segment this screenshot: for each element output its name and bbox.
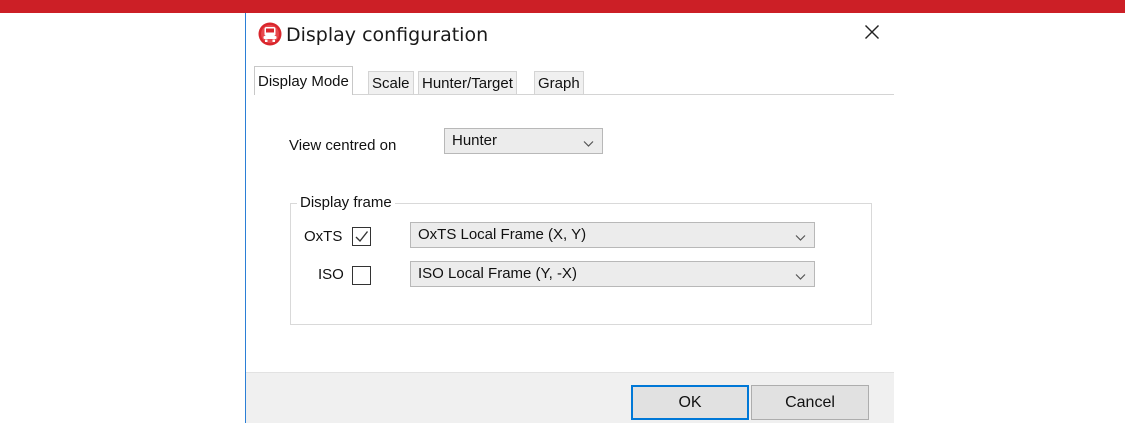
- view-centred-select[interactable]: Hunter: [444, 128, 603, 154]
- iso-checkbox[interactable]: [352, 266, 371, 285]
- chevron-down-icon: [795, 230, 806, 241]
- close-button[interactable]: [854, 18, 890, 50]
- title-bar: Display configuration: [246, 13, 894, 55]
- accent-bar: [0, 0, 1125, 13]
- ok-button[interactable]: OK: [631, 385, 749, 420]
- display-mode-panel: View centred on Hunter Display frame OxT…: [254, 94, 894, 372]
- tab-graph[interactable]: Graph: [534, 71, 584, 94]
- oxts-frame-value: OxTS Local Frame (X, Y): [418, 226, 587, 243]
- dialog-footer: OK Cancel: [246, 372, 894, 423]
- app-logo-icon: [258, 22, 282, 46]
- chevron-down-icon: [583, 136, 594, 147]
- iso-frame-value: ISO Local Frame (Y, -X): [418, 265, 577, 282]
- tab-strip: Display Mode Scale Hunter/Target Graph: [254, 66, 894, 95]
- chevron-down-icon: [795, 269, 806, 280]
- iso-label: ISO: [318, 266, 344, 283]
- display-configuration-dialog: Display configuration Display Mode Scale…: [245, 13, 894, 423]
- cancel-button[interactable]: Cancel: [751, 385, 869, 420]
- tab-hunter-target[interactable]: Hunter/Target: [418, 71, 517, 94]
- oxts-frame-select[interactable]: OxTS Local Frame (X, Y): [410, 222, 815, 248]
- oxts-label: OxTS: [304, 228, 343, 245]
- display-frame-legend: Display frame: [297, 194, 395, 211]
- display-frame-group: Display frame OxTS OxTS Local Frame (X, …: [290, 194, 872, 325]
- tab-scale[interactable]: Scale: [368, 71, 414, 94]
- window-title: Display configuration: [286, 24, 489, 46]
- iso-frame-select[interactable]: ISO Local Frame (Y, -X): [410, 261, 815, 287]
- view-centred-value: Hunter: [452, 132, 498, 149]
- close-icon: [864, 24, 880, 45]
- tab-display-mode[interactable]: Display Mode: [254, 66, 353, 95]
- view-centred-label: View centred on: [289, 137, 397, 154]
- checkmark-icon: [355, 231, 369, 243]
- oxts-checkbox[interactable]: [352, 227, 371, 246]
